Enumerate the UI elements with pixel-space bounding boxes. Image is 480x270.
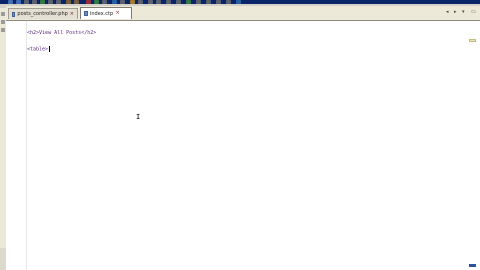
code-line-2[interactable]: <table> [27, 46, 51, 53]
toolbar-undo-icon[interactable] [66, 0, 71, 4]
close-icon[interactable]: × [70, 11, 74, 17]
chevron-right-icon[interactable]: ▸ [454, 10, 459, 15]
toolbar-pause-icon[interactable] [196, 0, 201, 4]
toolbar-save-all-icon[interactable] [32, 0, 37, 4]
toolbar-debug-icon[interactable] [102, 0, 107, 4]
restore-icon[interactable]: ▭ [471, 10, 476, 15]
toolbar-breakpoint-icon[interactable] [206, 0, 211, 4]
close-icon[interactable]: × [115, 11, 120, 16]
toolbar-new-icon[interactable] [8, 0, 13, 4]
annotation-marker[interactable] [469, 39, 476, 42]
text-caret [49, 46, 51, 52]
toolbar-stop-icon[interactable] [86, 0, 91, 4]
chevron-down-icon[interactable]: ▾ [462, 10, 467, 15]
toolbar-open-icon[interactable] [16, 0, 21, 4]
tab-label: index.ctp [90, 10, 114, 17]
panel-services-icon[interactable] [1, 28, 5, 32]
toolbar-copy-icon[interactable] [48, 0, 53, 4]
editor-tabbar: posts_controller.php × index.ctp × ◂ ▸ ▾… [6, 6, 480, 21]
toolbar-watch-icon[interactable] [216, 0, 221, 4]
tab-posts-controller[interactable]: posts_controller.php × [8, 8, 78, 19]
tab-label: posts_controller.php [17, 11, 68, 17]
toolbar-save-icon[interactable] [24, 0, 29, 4]
code-line-2-text: <table> [27, 46, 49, 53]
toolbar-find-icon[interactable] [120, 0, 125, 4]
toolbar-continue-icon[interactable] [186, 0, 191, 4]
toolbar-step-into-icon[interactable] [166, 0, 171, 4]
code-line-1[interactable]: <h2>View All Posts</h2> [27, 30, 96, 36]
line-gutter [6, 21, 27, 270]
toolbar-run-icon[interactable] [94, 0, 99, 4]
toolbar-step-out-icon[interactable] [176, 0, 181, 4]
file-icon [84, 11, 88, 16]
toolbar-build-icon[interactable] [130, 0, 135, 4]
panel-files-icon[interactable] [1, 20, 5, 24]
i-beam-cursor-icon: I [136, 113, 141, 121]
error-stripe [466, 21, 480, 270]
toolbar-eval-icon[interactable] [226, 0, 231, 4]
file-icon [12, 11, 16, 17]
code-editor[interactable]: <h2>View All Posts</h2> <table> I [6, 21, 480, 270]
toolbar-redo-icon[interactable] [74, 0, 79, 4]
toolbar-help-icon[interactable] [236, 0, 241, 4]
panel-pin-icon[interactable] [1, 12, 5, 16]
toolbar-paste-icon[interactable] [56, 0, 61, 4]
tab-index-ctp[interactable]: index.ctp × [80, 7, 132, 19]
status-marker [469, 264, 476, 267]
toolbar-search-icon[interactable] [112, 0, 117, 4]
toolbar-clean-icon[interactable] [138, 0, 143, 4]
chevron-left-icon[interactable]: ◂ [446, 10, 451, 15]
toolbar-step-icon[interactable] [148, 0, 153, 4]
toolbar-cut-icon[interactable] [40, 0, 45, 4]
toolbar-step-over-icon[interactable] [156, 0, 161, 4]
